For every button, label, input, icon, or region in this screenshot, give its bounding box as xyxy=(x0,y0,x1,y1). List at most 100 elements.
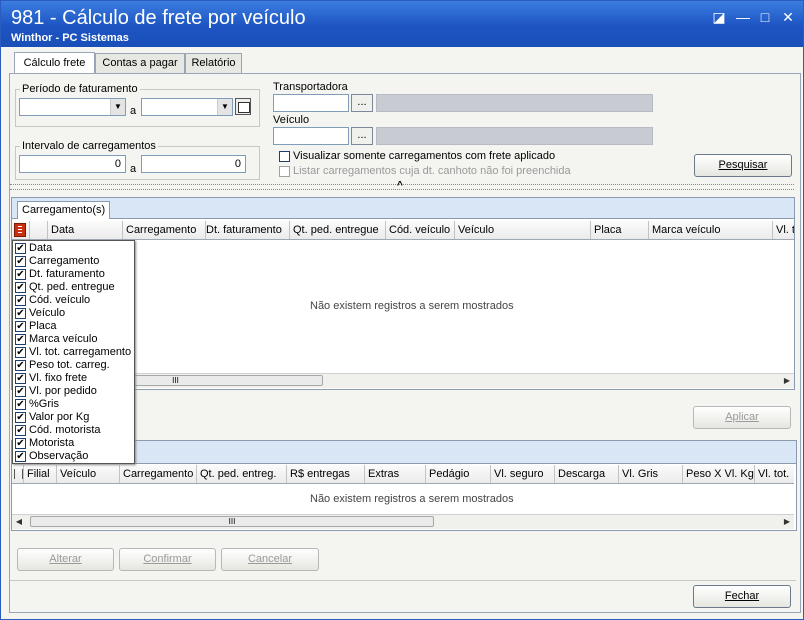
grid2-horizontal-scrollbar[interactable]: ◀ III ▶ xyxy=(12,514,794,529)
check-icon[interactable]: ✔ xyxy=(15,334,26,345)
check-icon[interactable]: ✔ xyxy=(15,282,26,293)
periodo-end-date[interactable]: ▼ xyxy=(141,98,233,116)
column-header-marca-veiculo[interactable]: Marca veículo xyxy=(649,221,773,239)
column-header-descarga[interactable]: Descarga xyxy=(555,465,619,483)
chevron-down-icon[interactable]: ▼ xyxy=(110,99,125,115)
column-header-vl-tot[interactable]: Vl. t xyxy=(773,221,794,239)
grid1-header: Data Carregamento Dt. faturamento Qt. pe… xyxy=(12,221,794,240)
column-header-filial[interactable]: Filial xyxy=(24,465,57,483)
column-header-dt-faturamento[interactable]: Dt. faturamento xyxy=(203,221,290,239)
column-header-qt-ped-entreg[interactable]: Qt. ped. entreg. xyxy=(197,465,287,483)
confirmar-label: Confirmar xyxy=(143,553,192,565)
column-header-placa[interactable]: Placa xyxy=(591,221,649,239)
check-icon[interactable]: ✔ xyxy=(15,295,26,306)
column-header-veiculo[interactable]: Veículo xyxy=(455,221,591,239)
veiculo-lookup-button[interactable]: ... xyxy=(351,127,373,145)
check-icon[interactable]: ✔ xyxy=(15,373,26,384)
column-chooser-icon[interactable] xyxy=(12,221,30,239)
check-icon[interactable]: ✔ xyxy=(15,425,26,436)
column-chooser-menu: ✔ Data ✔ Carregamento ✔ Dt. faturamento ✔ Qt… xyxy=(12,240,135,464)
periodo-separator: a xyxy=(130,105,137,117)
fechar-button[interactable]: Fechar xyxy=(693,585,791,608)
column-header-rs-entregas[interactable]: R$ entregas xyxy=(287,465,365,483)
check-icon[interactable]: ✔ xyxy=(15,438,26,449)
column-header-cod-veiculo[interactable]: Cód. veículo xyxy=(386,221,455,239)
chevron-up-icon[interactable]: ^ xyxy=(397,180,403,191)
check-icon[interactable]: ✔ xyxy=(15,256,26,267)
scroll-left-icon[interactable]: ◀ xyxy=(12,515,26,529)
main-window: 981 - Cálculo de frete por veículo Winth… xyxy=(0,0,804,620)
maximize-icon[interactable]: □ xyxy=(757,9,773,25)
intervalo-separator: a xyxy=(130,163,137,175)
column-header-extras[interactable]: Extras xyxy=(365,465,426,483)
column-header-data[interactable]: Data xyxy=(48,221,123,239)
window-subtitle: Winthor - PC Sistemas xyxy=(11,32,129,44)
periodo-start-date[interactable]: ▼ xyxy=(19,98,126,116)
cancelar-label: Cancelar xyxy=(247,553,293,565)
check-icon[interactable]: ✔ xyxy=(15,451,26,462)
column-header-vl-tot[interactable]: Vl. tot. xyxy=(755,465,794,483)
intervalo-label: Intervalo de carregamentos xyxy=(22,140,156,152)
chevron-down-icon[interactable]: ▼ xyxy=(217,99,232,115)
grid2-empty-message: Não existem registros a serem mostrados xyxy=(310,493,514,505)
column-header-carregamento[interactable]: Carregamento xyxy=(123,221,206,239)
scroll-right-icon[interactable]: ▶ xyxy=(780,374,794,388)
calendar-icon[interactable] xyxy=(235,98,251,115)
check-icon[interactable]: ✔ xyxy=(15,308,26,319)
fechar-label: Fechar xyxy=(724,590,760,602)
confirmar-button[interactable]: Confirmar xyxy=(119,548,216,571)
window-title: 981 - Cálculo de frete por veículo xyxy=(11,7,306,29)
tab-carregamentos[interactable]: Carregamento(s) xyxy=(17,201,111,220)
close-icon[interactable]: ✕ xyxy=(780,9,796,25)
check-icon[interactable]: ✔ xyxy=(15,360,26,371)
check-icon[interactable]: ✔ xyxy=(15,399,26,410)
check-icon[interactable]: ✔ xyxy=(15,386,26,397)
pesquisar-button[interactable]: Pesquisar xyxy=(694,154,792,177)
column-header-qt-ped-entregue[interactable]: Qt. ped. entregue xyxy=(290,221,386,239)
title-bar[interactable]: 981 - Cálculo de frete por veículo Winth… xyxy=(1,1,803,47)
intervalo-to-input[interactable]: 0 xyxy=(141,155,246,173)
canhoto-label: Listar carregamentos cuja dt. canhoto nã… xyxy=(293,165,571,177)
grid1-band: Carregamento(s) xyxy=(11,197,795,220)
veiculo-label: Veículo xyxy=(273,114,310,126)
column-header-indicator xyxy=(30,221,48,239)
pesquisar-label: Pesquisar xyxy=(718,159,768,171)
veiculo-name-display xyxy=(376,127,653,145)
aplicar-button[interactable]: Aplicar xyxy=(693,406,791,429)
scroll-right-icon[interactable]: ▶ xyxy=(780,515,794,529)
transportadora-label: Transportadora xyxy=(273,81,348,93)
column-chooser-icon[interactable] xyxy=(12,465,24,483)
aplicar-label: Aplicar xyxy=(725,411,759,423)
column-header-pedagio[interactable]: Pedágio xyxy=(426,465,491,483)
grid2-header: Filial Veículo Carregamento Qt. ped. ent… xyxy=(12,465,794,484)
check-icon[interactable]: ✔ xyxy=(15,321,26,332)
frete-aplicado-label: Visualizar somente carregamentos com fre… xyxy=(293,150,556,162)
column-header-carregamento[interactable]: Carregamento xyxy=(120,465,197,483)
canhoto-checkbox[interactable] xyxy=(279,166,290,177)
cancelar-button[interactable]: Cancelar xyxy=(221,548,319,571)
column-header-vl-seguro[interactable]: Vl. seguro xyxy=(491,465,555,483)
transportadora-code-input[interactable] xyxy=(273,94,349,112)
tab-contas-a-pagar[interactable]: Contas a pagar xyxy=(95,53,185,73)
column-header-veiculo[interactable]: Veículo xyxy=(57,465,120,483)
tab-calculo-frete[interactable]: Cálculo frete xyxy=(14,52,95,73)
check-icon[interactable]: ✔ xyxy=(15,269,26,280)
transportadora-name-display xyxy=(376,94,653,112)
check-icon[interactable]: ✔ xyxy=(15,412,26,423)
frete-aplicado-checkbox[interactable] xyxy=(279,151,290,162)
restore-icon[interactable]: ◪ xyxy=(711,9,727,25)
veiculo-code-input[interactable] xyxy=(273,127,349,145)
column-header-vl-gris[interactable]: Vl. Gris xyxy=(619,465,683,483)
minimize-icon[interactable]: — xyxy=(735,9,751,25)
check-icon[interactable]: ✔ xyxy=(15,243,26,254)
column-header-peso-x-vl-kg[interactable]: Peso X Vl. Kg xyxy=(683,465,755,483)
grid2-scroll-thumb[interactable]: III xyxy=(30,516,434,527)
intervalo-from-input[interactable]: 0 xyxy=(19,155,126,173)
transportadora-lookup-button[interactable]: ... xyxy=(351,94,373,112)
check-icon[interactable]: ✔ xyxy=(15,347,26,358)
periodo-label: Período de faturamento xyxy=(22,83,138,95)
grid1-empty-message: Não existem registros a serem mostrados xyxy=(310,300,514,312)
tab-relatorio[interactable]: Relatório xyxy=(185,53,242,73)
footer-divider xyxy=(10,580,796,581)
alterar-button[interactable]: Alterar xyxy=(17,548,114,571)
